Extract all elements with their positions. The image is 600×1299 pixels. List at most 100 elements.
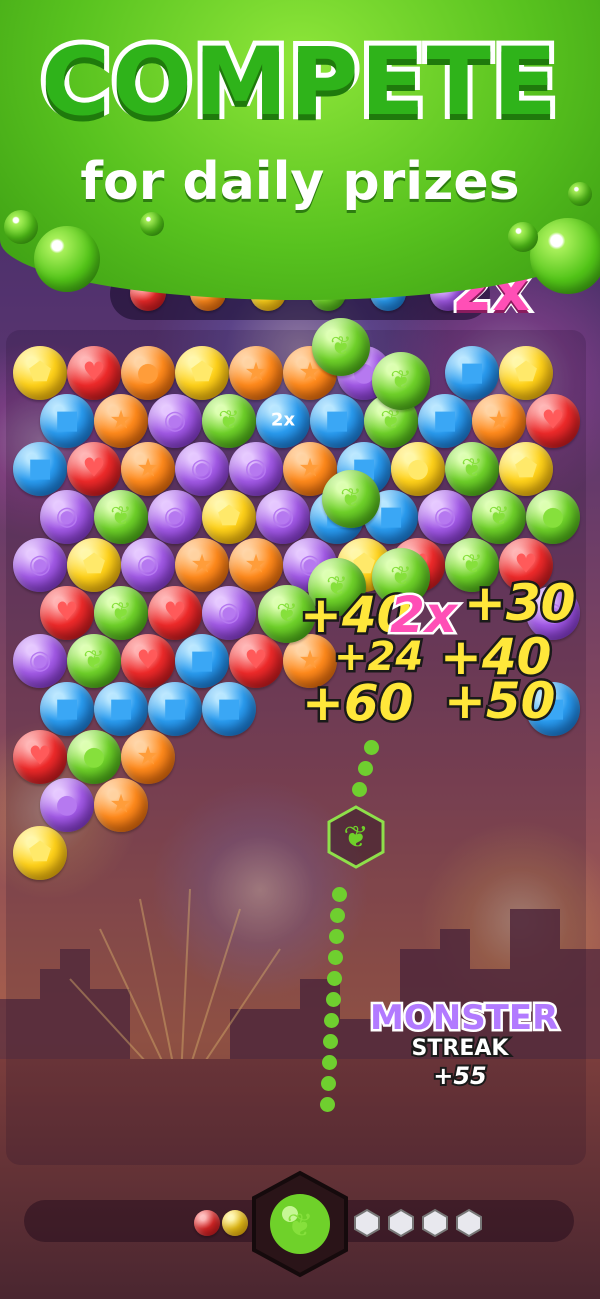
purple-bubble: ◉ [148, 490, 202, 544]
ring-icon: ◉ [271, 501, 295, 532]
bomb-icon: ● [406, 453, 430, 484]
heart-icon: ♥ [82, 357, 106, 388]
leaf-icon: ❦ [390, 365, 412, 396]
bomb-icon: ● [136, 357, 160, 388]
leaf-icon: ❦ [330, 331, 352, 362]
banner-subtitle: for daily prizes [80, 152, 520, 212]
ring-icon: ◉ [217, 597, 241, 628]
leaf-icon: ❦ [461, 453, 483, 484]
ring-icon: ◉ [163, 501, 187, 532]
pentagon-icon: ⬟ [514, 453, 538, 484]
score-popup: +60 [299, 672, 416, 735]
decorative-bubble [140, 212, 164, 236]
heart-icon: ♥ [163, 597, 187, 628]
score-popup: +30 [461, 572, 578, 635]
gem-icon [456, 1208, 482, 1238]
ring-icon: ◉ [55, 501, 79, 532]
purple-bubble: ◉ [121, 538, 175, 592]
blue-bubble: ■ [202, 682, 256, 736]
green-bubble: ● [67, 730, 121, 784]
green-bubble: ❦ [202, 394, 256, 448]
pentagon-icon: ⬟ [514, 357, 538, 388]
purple-bubble: ● [40, 778, 94, 832]
yellow-bubble: ⬟ [13, 826, 67, 880]
square-icon: ■ [27, 453, 53, 484]
leaf-icon: ❦ [110, 501, 132, 532]
square-icon: ■ [432, 405, 458, 436]
streak-subtitle: STREAK [410, 1034, 511, 1063]
ring-icon: ◉ [28, 549, 52, 580]
square-icon: ■ [324, 405, 350, 436]
square-icon: ■ [378, 501, 404, 532]
blue-bubble: ■ [175, 634, 229, 688]
queue-bubble-red[interactable] [194, 1210, 220, 1236]
pentagon-icon: ⬟ [28, 357, 52, 388]
blue-bubble: ■ [13, 442, 67, 496]
star-icon: ★ [244, 357, 268, 388]
shooter[interactable]: ❦ [250, 1170, 350, 1278]
blue-bubble: ■ [40, 394, 94, 448]
star-icon: ★ [109, 405, 133, 436]
leaf-icon: ❦ [340, 483, 362, 514]
heart-icon: ♥ [244, 645, 268, 676]
square-icon: ■ [459, 357, 485, 388]
heart-icon: ♥ [55, 597, 79, 628]
green-bubble: ❦ [94, 490, 148, 544]
purple-bubble: ◉ [148, 394, 202, 448]
purple-bubble: ◉ [202, 586, 256, 640]
blue-bubble: ■ [445, 346, 499, 400]
star-icon: ★ [298, 645, 322, 676]
leaf-icon: ❦ [287, 1206, 314, 1244]
star-icon: ★ [487, 405, 511, 436]
orange-bubble: ● [121, 346, 175, 400]
orange-bubble: ★ [229, 538, 283, 592]
blue-bubble: 2x [256, 394, 310, 448]
badge-icon: 2x [270, 409, 296, 431]
gem-icon [388, 1208, 414, 1238]
purple-bubble: ◉ [229, 442, 283, 496]
pentagon-icon: ⬟ [28, 837, 52, 868]
leaf-icon: ❦ [380, 405, 402, 436]
yellow-bubble: ⬟ [499, 442, 553, 496]
yellow-bubble: ⬟ [67, 538, 121, 592]
ring-icon: ◉ [433, 501, 457, 532]
red-bubble: ♥ [40, 586, 94, 640]
orange-bubble: ★ [229, 346, 283, 400]
queue-bubble-yellow[interactable] [222, 1210, 248, 1236]
orange-bubble: ★ [175, 538, 229, 592]
yellow-bubble: ⬟ [175, 346, 229, 400]
purple-bubble: ◉ [418, 490, 472, 544]
purple-bubble: ◉ [13, 634, 67, 688]
purple-bubble: ◉ [256, 490, 310, 544]
leaf-icon: ❦ [218, 405, 240, 436]
ring-icon: ◉ [163, 405, 187, 436]
decorative-bubble [530, 218, 600, 294]
square-icon: ■ [108, 693, 134, 724]
purple-bubble: ◉ [40, 490, 94, 544]
green-bubble: ❦ [67, 634, 121, 688]
orange-bubble: ★ [472, 394, 526, 448]
bomb-icon: ● [55, 789, 79, 820]
star-icon: ★ [136, 741, 160, 772]
purple-bubble: ◉ [175, 442, 229, 496]
aim-dot [352, 782, 367, 797]
heart-icon: ♥ [28, 741, 52, 772]
star-icon: ★ [136, 453, 160, 484]
aim-dot [358, 761, 373, 776]
star-icon: ★ [244, 549, 268, 580]
flying-bubble: ❦ [322, 470, 380, 528]
red-bubble: ♥ [148, 586, 202, 640]
bomb-icon: ● [541, 501, 565, 532]
star-icon: ★ [190, 549, 214, 580]
aim-target-hexagon: ❦ [327, 805, 385, 869]
aim-dot [364, 740, 379, 755]
decorative-bubble [508, 222, 538, 252]
square-icon: ■ [54, 693, 80, 724]
red-bubble: ♥ [229, 634, 283, 688]
green-bubble: ● [526, 490, 580, 544]
orange-bubble: ★ [121, 442, 175, 496]
pentagon-icon: ⬟ [190, 357, 214, 388]
purple-bubble: ◉ [13, 538, 67, 592]
blue-bubble: ■ [418, 394, 472, 448]
red-bubble: ♥ [526, 394, 580, 448]
